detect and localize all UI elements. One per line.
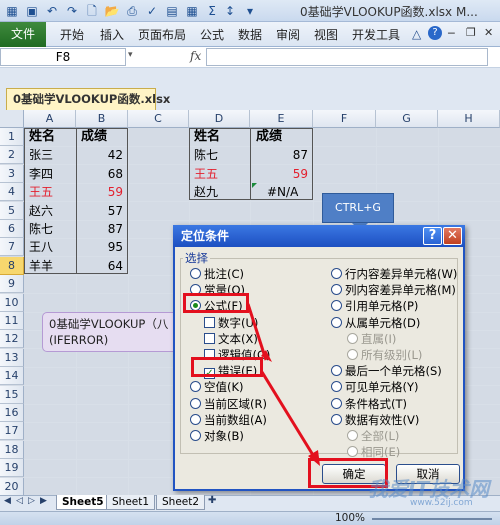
sheet-tab-sheet5[interactable]: Sheet5 [56,495,110,510]
sheet-nav-last-icon[interactable]: ▶ [40,496,47,506]
sheet-tab-sheet1[interactable]: Sheet1 [106,495,156,510]
watermark-url: www.52ij.com [410,498,473,508]
insert-sheet-icon[interactable]: ✚ [208,495,216,506]
annotation-arrows [246,303,320,466]
sheet-nav-prev-icon[interactable]: ◁ [16,496,23,506]
sheet-nav-next-icon[interactable]: ▷ [28,496,35,506]
zoom-level[interactable]: 100% [335,512,365,524]
zoom-slider[interactable] [372,518,492,520]
sheet-tab-sheet2[interactable]: Sheet2 [156,495,206,510]
sheet-nav-first-icon[interactable]: ◀ [4,496,11,506]
